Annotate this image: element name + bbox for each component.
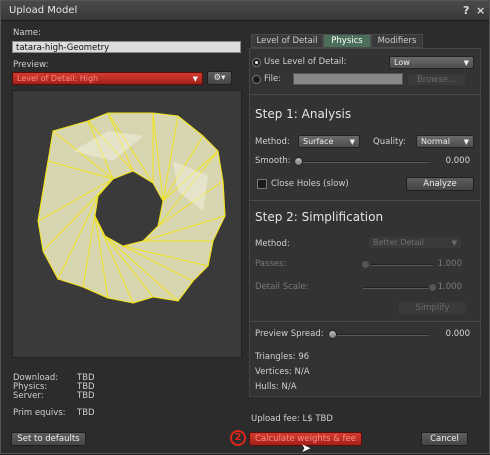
use-lod-radio[interactable] [252, 58, 261, 67]
upload-model-window: Upload Model ? × Name: tatara-high-Geome… [0, 0, 490, 455]
window-title: Upload Model [9, 5, 78, 16]
detail-scale-label: Detail Scale: [255, 282, 309, 292]
preview-spread-slider-track[interactable] [330, 334, 429, 336]
server-value: TBD [77, 391, 95, 401]
use-lod-dropdown[interactable]: Low ▼ [389, 56, 474, 69]
cancel-button[interactable]: Cancel [421, 432, 468, 446]
prim-equivs-label: Prim equivs: [13, 408, 66, 418]
title-bar[interactable]: Upload Model ? × [1, 1, 489, 21]
close-holes-label: Close Holes (slow) [271, 179, 349, 189]
name-label: Name: [13, 28, 41, 38]
simplify-button[interactable]: Simplify [398, 301, 467, 315]
file-path-field[interactable] [293, 73, 403, 85]
detail-scale-value: 1.000 [437, 282, 462, 292]
close-icon[interactable]: × [476, 4, 485, 17]
tab-physics[interactable]: Physics [323, 34, 371, 48]
preview-label: Preview: [13, 60, 49, 70]
name-field[interactable]: tatara-high-Geometry [12, 41, 241, 53]
close-holes-checkbox[interactable] [257, 179, 267, 189]
chevron-down-icon: ▼ [451, 239, 457, 247]
quality-dropdown[interactable]: Normal ▼ [416, 135, 474, 148]
divider [249, 200, 481, 201]
divider [249, 94, 481, 95]
passes-slider-handle[interactable] [361, 260, 370, 269]
preview-spread-value: 0.000 [445, 329, 470, 339]
preview-viewport[interactable] [12, 90, 242, 358]
analyze-button[interactable]: Analyze [406, 177, 474, 191]
method-value: Surface [303, 137, 334, 146]
mouse-cursor-icon: ➤ [301, 441, 312, 455]
smooth-slider-handle[interactable] [294, 157, 303, 166]
upload-fee-text: Upload fee: L$ TBD [251, 414, 333, 424]
server-label: Server: [13, 391, 44, 401]
quality-value: Normal [421, 137, 450, 146]
step1-title: Step 1: Analysis [255, 107, 352, 121]
vertices-stat: Vertices: N/A [255, 367, 310, 377]
preview-spread-slider-handle[interactable] [328, 330, 337, 339]
simplify-method-label: Method: [255, 239, 290, 249]
file-radio[interactable] [252, 75, 261, 84]
quality-label: Quality: [373, 137, 406, 147]
simplify-method-value: Better Detail [373, 238, 425, 247]
annotation-badge-2: 2 [230, 430, 246, 446]
gear-menu-button[interactable]: ⚙▾ [207, 71, 232, 85]
tab-level-of-detail[interactable]: Level of Detail [251, 34, 323, 48]
set-to-defaults-button[interactable]: Set to defaults [11, 432, 86, 446]
use-lod-value: Low [394, 58, 410, 67]
smooth-label: Smooth: [255, 156, 291, 166]
preview-lod-dropdown[interactable]: Level of Detail: High ▼ [12, 72, 203, 85]
preview-lod-value: Level of Detail: High [17, 74, 99, 83]
hulls-stat: Hulls: N/A [255, 382, 297, 392]
file-label: File: [264, 74, 282, 84]
chevron-down-icon: ▼ [192, 75, 198, 83]
passes-label: Passes: [255, 259, 287, 269]
help-icon[interactable]: ? [463, 4, 469, 17]
smooth-value: 0.000 [445, 156, 470, 166]
step2-title: Step 2: Simplification [255, 210, 384, 224]
browse-button[interactable]: Browse... [407, 73, 466, 86]
method-label: Method: [255, 137, 290, 147]
method-dropdown[interactable]: Surface ▼ [298, 135, 360, 148]
mesh-preview [37, 112, 226, 304]
simplify-method-dropdown[interactable]: Better Detail ▼ [368, 236, 462, 249]
passes-value: 1.000 [437, 259, 462, 269]
smooth-slider-track[interactable] [296, 161, 429, 163]
use-lod-label: Use Level of Detail: [264, 57, 347, 67]
tab-modifiers[interactable]: Modifiers [371, 34, 423, 48]
chevron-down-icon: ▼ [463, 59, 469, 67]
gear-icon: ⚙▾ [213, 73, 226, 83]
chevron-down-icon: ▼ [349, 138, 355, 146]
preview-spread-label: Preview Spread: [255, 329, 324, 339]
chevron-down-icon: ▼ [463, 138, 469, 146]
divider [249, 321, 481, 322]
prim-equivs-value: TBD [77, 408, 95, 418]
triangles-stat: Triangles: 96 [255, 352, 310, 362]
